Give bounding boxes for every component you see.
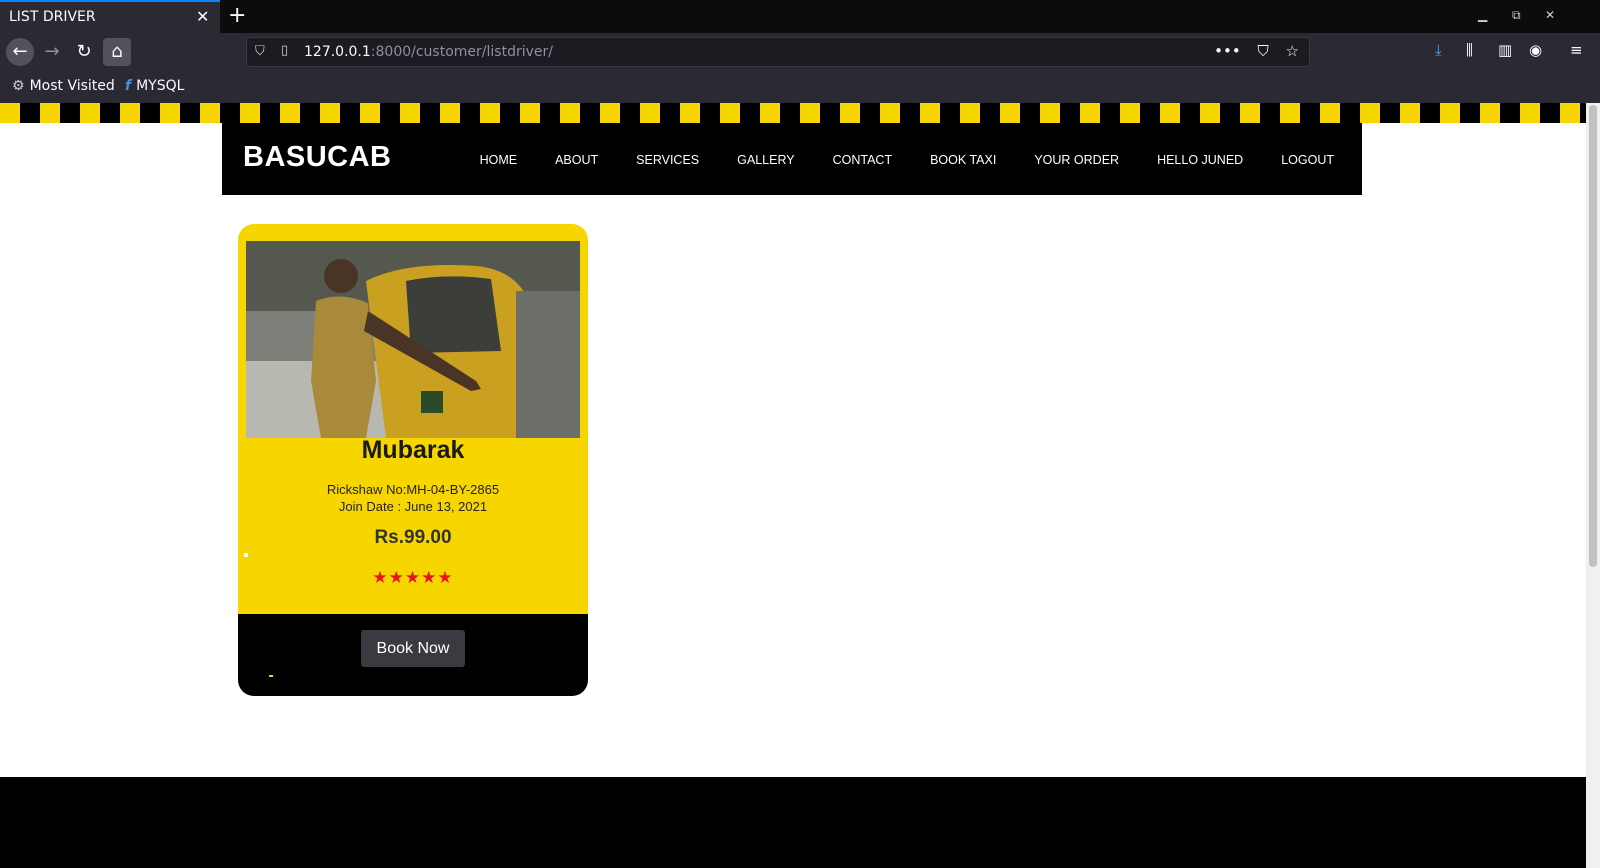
url-bar[interactable]: ⛉ ▯ 127.0.0.1:8000/customer/listdriver/ … (246, 37, 1310, 67)
shield-icon[interactable]: ⛉ (255, 44, 265, 59)
bookmark-most-visited[interactable]: ⚙ Most Visited (12, 78, 115, 94)
account-icon[interactable]: ◉ (1529, 41, 1542, 59)
back-icon[interactable]: ← (6, 38, 34, 66)
more-actions-icon[interactable]: ••• (1214, 42, 1241, 60)
url-host: 127.0.0.1 (304, 44, 371, 60)
library-icon[interactable]: ⫼ (1466, 41, 1473, 59)
checkered-taxi-stripe (0, 103, 1586, 123)
fare-price: Rs.99.00 (374, 527, 452, 548)
active-tab[interactable]: LIST DRIVER ✕ (0, 0, 220, 33)
decorative-dash (269, 675, 273, 677)
minimize-icon[interactable]: ▁ (1478, 8, 1487, 22)
star-rating: ★★★★★ (372, 568, 454, 588)
home-icon[interactable]: ⌂ (103, 38, 131, 66)
rickshaw-number: Rickshaw No:MH-04-BY-2865 (326, 482, 500, 497)
menu-icon[interactable]: ≡ (1570, 41, 1583, 59)
new-tab-icon[interactable]: + (228, 3, 246, 28)
navigation-toolbar: ← → ↻ ⌂ ⛉ ▯ 127.0.0.1:8000/customer/list… (0, 33, 1600, 71)
menu-about[interactable]: ABOUT (555, 153, 598, 167)
bookmarks-bar: ⚙ Most Visited f MYSQL (0, 71, 1600, 103)
forward-icon[interactable]: → (38, 38, 66, 66)
tab-bar: LIST DRIVER ✕ + ▁ ⧉ ✕ (0, 0, 1600, 33)
close-tab-icon[interactable]: ✕ (196, 7, 209, 26)
bookmark-mysql[interactable]: f MYSQL (125, 78, 184, 94)
card-footer: Book Now (238, 614, 588, 696)
driver-name: Mubarak (361, 436, 465, 464)
site-logo[interactable]: BASUCAB (243, 141, 392, 174)
menu-hello-user[interactable]: HELLO JUNED (1157, 153, 1243, 167)
tab-title: LIST DRIVER (9, 9, 96, 25)
sidebar-icon[interactable]: ▥ (1498, 41, 1512, 59)
bookmark-label: MYSQL (136, 78, 185, 94)
driver-photo (246, 241, 580, 438)
menu-your-order[interactable]: YOUR ORDER (1034, 153, 1119, 167)
menu-logout[interactable]: LOGOUT (1281, 153, 1334, 167)
site-header: BASUCAB HOME ABOUT SERVICES GALLERY CONT… (222, 123, 1362, 195)
join-date: Join Date : June 13, 2021 (338, 499, 488, 514)
restore-icon[interactable]: ⧉ (1512, 8, 1521, 23)
menu-services[interactable]: SERVICES (636, 153, 699, 167)
page-info-icon[interactable]: ▯ (281, 43, 288, 58)
bookmark-star-icon[interactable]: ☆ (1286, 42, 1299, 60)
page-scrollbar[interactable] (1586, 103, 1600, 868)
url-actions: ••• ⛉ ☆ (1202, 42, 1299, 60)
book-now-button[interactable]: Book Now (361, 630, 465, 667)
pocket-icon[interactable]: ⛉ (1258, 42, 1269, 60)
page-viewport: BASUCAB HOME ABOUT SERVICES GALLERY CONT… (0, 103, 1586, 868)
driver-card: Mubarak Rickshaw No:MH-04-BY-2865 Join D… (238, 224, 588, 696)
menu-gallery[interactable]: GALLERY (737, 153, 794, 167)
close-window-icon[interactable]: ✕ (1545, 8, 1555, 22)
reload-icon[interactable]: ↻ (70, 38, 98, 66)
decorative-dot (244, 553, 248, 557)
scrollbar-thumb[interactable] (1589, 105, 1597, 567)
page-footer (0, 777, 1586, 868)
bookmark-label: Most Visited (29, 78, 115, 94)
driver-with-rickshaw-image (246, 241, 580, 438)
gear-icon: ⚙ (12, 78, 25, 94)
url-text[interactable]: 127.0.0.1:8000/customer/listdriver/ (304, 44, 553, 60)
menu-book-taxi[interactable]: BOOK TAXI (930, 153, 996, 167)
url-path: :8000/customer/listdriver/ (370, 44, 553, 60)
downloads-icon[interactable]: ⤓ (1435, 41, 1442, 59)
fedora-icon: f (125, 78, 132, 94)
menu-contact[interactable]: CONTACT (833, 153, 893, 167)
menu-home[interactable]: HOME (480, 153, 518, 167)
main-menu: HOME ABOUT SERVICES GALLERY CONTACT BOOK… (442, 153, 1334, 167)
